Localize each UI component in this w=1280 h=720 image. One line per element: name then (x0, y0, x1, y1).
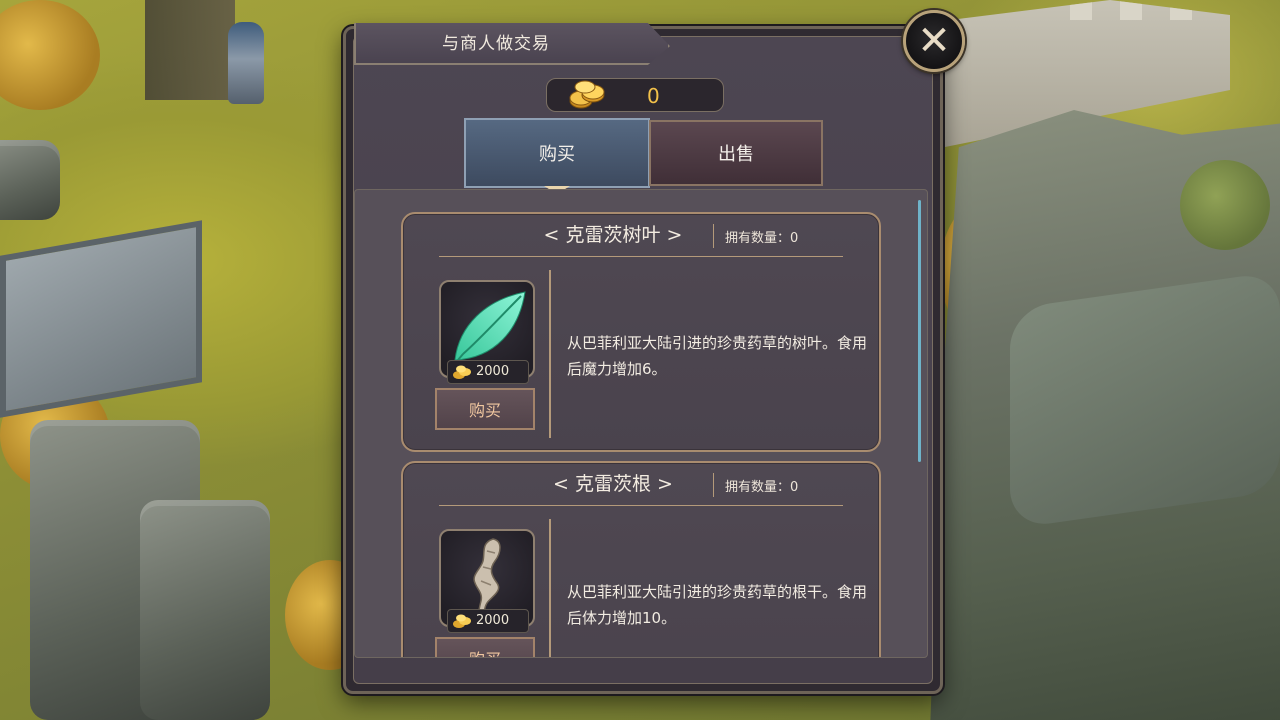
autumn-tree (0, 0, 100, 110)
rock-pillar (140, 500, 270, 720)
tab-sell[interactable]: 出售 (649, 120, 823, 186)
owned-count: 拥有数量：0 (725, 480, 799, 495)
item-price: 2000 (476, 613, 510, 628)
gold-coins-icon (453, 614, 471, 628)
item-card: < 克雷茨根 > 拥有数量：0 2000 购买 从巴菲利亚大陆引进的珍贵药草的根… (401, 461, 881, 657)
item-card: < 克雷茨树叶 > 拥有数量：0 2000 购买 从巴菲利亚大陆引进的珍贵药草的… (401, 212, 881, 452)
item-name: < 克雷茨树叶 > (543, 224, 683, 246)
divider (439, 256, 843, 257)
rocky-cliff-top (1010, 271, 1280, 529)
buy-button[interactable]: 购买 (435, 637, 535, 657)
player-character[interactable] (228, 22, 264, 104)
tab-sell-label: 出售 (718, 144, 754, 165)
divider (713, 473, 714, 497)
rock (0, 140, 60, 220)
divider (549, 519, 551, 657)
moss (1180, 160, 1270, 250)
scrollbar[interactable] (918, 200, 921, 462)
gold-coins-icon (453, 365, 471, 379)
currency-display: 0 (546, 78, 724, 112)
item-list[interactable]: < 克雷茨树叶 > 拥有数量：0 2000 购买 从巴菲利亚大陆引进的珍贵药草的… (354, 189, 928, 658)
price-tag: 2000 (447, 360, 529, 384)
buy-button[interactable]: 购买 (435, 388, 535, 430)
close-icon: ✕ (917, 18, 951, 64)
tab-buy[interactable]: 购买 (464, 118, 650, 194)
tab-buy-label: 购买 (539, 144, 575, 165)
item-description: 从巴菲利亚大陆引进的珍贵药草的树叶。食用后魔力增加6。 (567, 334, 868, 378)
divider (713, 224, 714, 248)
close-button[interactable]: ✕ (903, 10, 965, 72)
item-price: 2000 (476, 364, 510, 379)
divider (439, 505, 843, 506)
currency-amount: 0 (647, 84, 660, 108)
item-description: 从巴菲利亚大陆引进的珍贵药草的根干。食用后体力增加10。 (567, 583, 868, 627)
dialog-title-tab: 与商人做交易 (354, 23, 670, 65)
item-name: < 克雷茨根 > (553, 473, 673, 495)
stone-platform (0, 220, 202, 418)
wooden-tower (145, 0, 235, 100)
gold-coins-icon (569, 80, 605, 109)
divider (549, 270, 551, 438)
price-tag: 2000 (447, 609, 529, 633)
owned-count: 拥有数量：0 (725, 231, 799, 246)
dialog-title: 与商人做交易 (442, 34, 550, 54)
